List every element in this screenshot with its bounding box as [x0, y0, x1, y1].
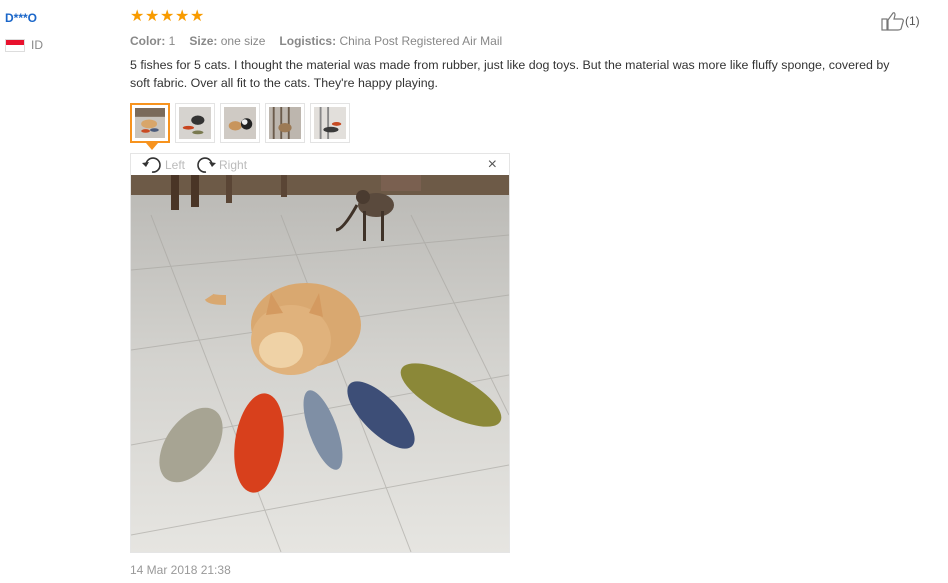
- reviewer-info: D***O ID: [5, 11, 43, 52]
- star-rating: ★ ★ ★ ★ ★: [130, 8, 900, 28]
- viewer-toolbar: Left Right ×: [131, 154, 509, 175]
- star-icon: ★: [130, 8, 145, 25]
- star-icon: ★: [145, 8, 160, 25]
- active-thumbnail-indicator: [146, 143, 158, 150]
- flag-icon: [5, 38, 25, 52]
- thumbnail-4[interactable]: [265, 103, 305, 143]
- color-attr: Color: 1: [130, 34, 175, 48]
- star-icon: ★: [190, 8, 205, 25]
- helpful-count: (1): [905, 14, 920, 28]
- rotate-right-icon: [197, 156, 217, 173]
- review-meta: Color: 1 Size: one size Logistics: China…: [130, 34, 900, 48]
- review-date: 14 Mar 2018 21:38: [130, 563, 231, 577]
- thumbnail-image: [269, 107, 301, 139]
- reviewer-country: ID: [5, 38, 43, 52]
- logistics-label: Logistics:: [279, 34, 337, 48]
- color-value: 1: [168, 34, 176, 48]
- country-code: ID: [31, 38, 43, 52]
- photo-viewer: Left Right ×: [130, 153, 510, 553]
- close-icon[interactable]: ×: [488, 156, 497, 174]
- thumbnail-1[interactable]: [130, 103, 170, 143]
- rotate-right-button[interactable]: Right: [195, 156, 247, 174]
- helpful-button[interactable]: (1): [881, 11, 920, 31]
- star-icon: ★: [175, 8, 190, 25]
- thumbnail-image: [314, 107, 346, 139]
- logistics-value: China Post Registered Air Mail: [339, 34, 503, 48]
- rotate-right-label: Right: [219, 157, 248, 172]
- thumbs-up-icon: [881, 12, 904, 31]
- star-icon: ★: [160, 8, 175, 25]
- cats-with-fish-toys-image: [131, 175, 509, 552]
- logistics-attr: Logistics: China Post Registered Air Mai…: [279, 34, 502, 48]
- review-text: 5 fishes for 5 cats. I thought the mater…: [130, 58, 890, 90]
- review-body: ★ ★ ★ ★ ★ Color: 1 Size: one size Logist…: [130, 8, 900, 92]
- size-value: one size: [220, 34, 266, 48]
- review-photo: [131, 175, 509, 552]
- thumbnail-image: [135, 108, 165, 138]
- photo-thumbnails: [130, 103, 350, 143]
- rotate-left-button[interactable]: Left: [141, 156, 185, 174]
- rotate-left-icon: [142, 156, 161, 173]
- thumbnail-5[interactable]: [310, 103, 350, 143]
- reviewer-name: D***O: [5, 11, 38, 25]
- thumbnail-image: [179, 107, 211, 139]
- size-attr: Size: one size: [189, 34, 265, 48]
- thumbnail-2[interactable]: [175, 103, 215, 143]
- thumbnail-image: [224, 107, 256, 139]
- color-label: Color:: [130, 34, 166, 48]
- rotate-left-label: Left: [165, 157, 186, 172]
- size-label: Size:: [189, 34, 218, 48]
- thumbnail-3[interactable]: [220, 103, 260, 143]
